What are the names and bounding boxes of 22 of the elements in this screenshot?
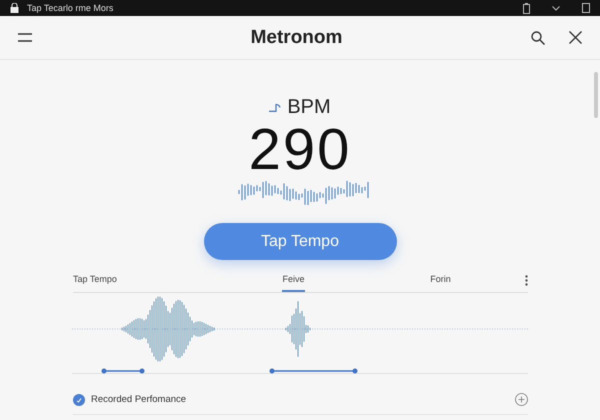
- scrollbar[interactable]: [594, 72, 598, 118]
- bpm-label: BPM: [287, 96, 331, 119]
- range-marker[interactable]: [270, 368, 358, 374]
- close-icon[interactable]: [569, 31, 582, 44]
- checkbox[interactable]: [73, 394, 85, 406]
- note-icon: [269, 103, 282, 112]
- menu-icon[interactable]: [18, 33, 32, 42]
- add-icon[interactable]: [515, 393, 528, 406]
- bpm-value: 290: [248, 121, 352, 179]
- more-icon[interactable]: [525, 274, 528, 286]
- window-icon[interactable]: [582, 3, 590, 13]
- status-title: Tap Tecarlo rme Mors: [27, 3, 114, 13]
- app-title: Metronom: [250, 26, 344, 48]
- chevron-down-icon[interactable]: [552, 6, 560, 10]
- list-item-label: Recorded Perfomance: [91, 394, 186, 405]
- tab[interactable]: Forin: [430, 268, 451, 292]
- tab[interactable]: Tap Tempo: [73, 268, 117, 292]
- tab[interactable]: Feive: [282, 268, 304, 292]
- lock-icon: [10, 3, 19, 13]
- search-icon[interactable]: [531, 30, 545, 44]
- range-marker[interactable]: [102, 368, 144, 374]
- battery-icon: [523, 2, 530, 14]
